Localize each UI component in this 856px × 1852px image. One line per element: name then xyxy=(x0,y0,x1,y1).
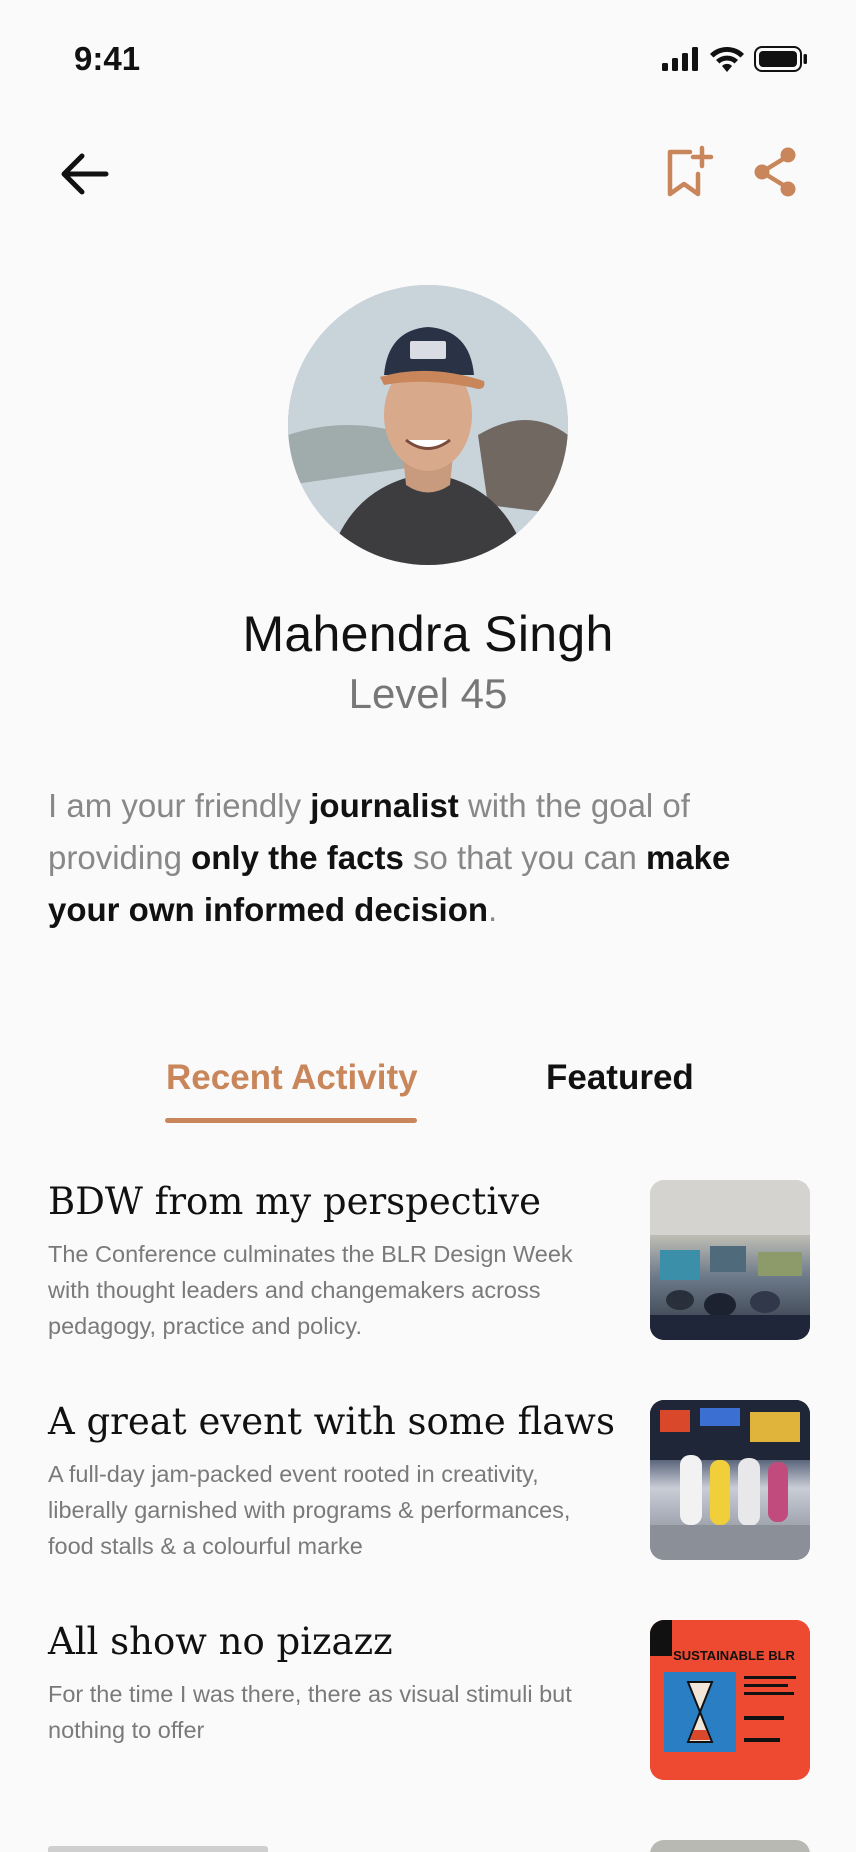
article-description: The Conference culminates the BLR Design… xyxy=(48,1241,573,1339)
article-card[interactable]: All show no pizazz For the time I was th… xyxy=(48,1620,810,1780)
share-icon xyxy=(754,147,796,197)
event-crowd-photo xyxy=(650,1400,810,1560)
bio-segment: I am your friendly xyxy=(48,787,311,824)
next-article-peek xyxy=(48,1836,810,1852)
share-button[interactable] xyxy=(750,144,806,200)
status-bar: 9:41 xyxy=(0,0,856,120)
conference-photo xyxy=(650,1180,810,1340)
profile-name: Mahendra Singh xyxy=(242,606,614,662)
article-title: BDW from my perspective xyxy=(48,1180,541,1223)
tab-recent-activity[interactable]: Recent Activity xyxy=(166,1058,418,1098)
tab-bar: Recent Activity Featured xyxy=(0,1058,856,1128)
article-title: All show no pizazz xyxy=(48,1620,393,1663)
poster-image: SUSTAINABLE BLR xyxy=(650,1620,810,1780)
avatar-photo xyxy=(288,285,568,565)
article-thumbnail: SUSTAINABLE BLR xyxy=(650,1620,810,1780)
wifi-icon xyxy=(710,46,744,72)
article-description: For the time I was there, there as visua… xyxy=(48,1681,572,1743)
article-thumbnail xyxy=(650,1400,810,1560)
bio-segment: . xyxy=(488,891,498,928)
profile-level: Level 45 xyxy=(348,670,508,717)
arrow-left-icon xyxy=(61,153,109,195)
bio-segment: so that you can xyxy=(403,839,646,876)
active-tab-indicator xyxy=(165,1118,417,1123)
article-card[interactable]: A great event with some flaws A full-day… xyxy=(48,1400,810,1560)
back-button[interactable] xyxy=(56,146,112,202)
article-title: A great event with some flaws xyxy=(48,1400,615,1443)
article-card[interactable]: BDW from my perspective The Conference c… xyxy=(48,1180,810,1340)
article-thumbnail xyxy=(650,1180,810,1340)
bookmark-button[interactable] xyxy=(662,144,718,200)
battery-icon xyxy=(754,46,807,72)
poster-title: SUSTAINABLE BLR xyxy=(673,1648,795,1663)
cellular-signal-icon xyxy=(662,47,698,71)
status-time: 9:41 xyxy=(74,40,141,77)
profile-bio: I am your friendly journalist with the g… xyxy=(48,780,768,936)
bio-highlight: only the facts xyxy=(191,839,404,876)
bookmark-add-icon xyxy=(667,145,714,197)
avatar xyxy=(288,285,568,565)
status-icons xyxy=(662,46,808,72)
nav-bar xyxy=(0,140,856,204)
tab-featured[interactable]: Featured xyxy=(546,1058,694,1098)
bio-highlight: journalist xyxy=(310,787,459,824)
article-description: A full-day jam-packed event rooted in cr… xyxy=(48,1461,571,1559)
